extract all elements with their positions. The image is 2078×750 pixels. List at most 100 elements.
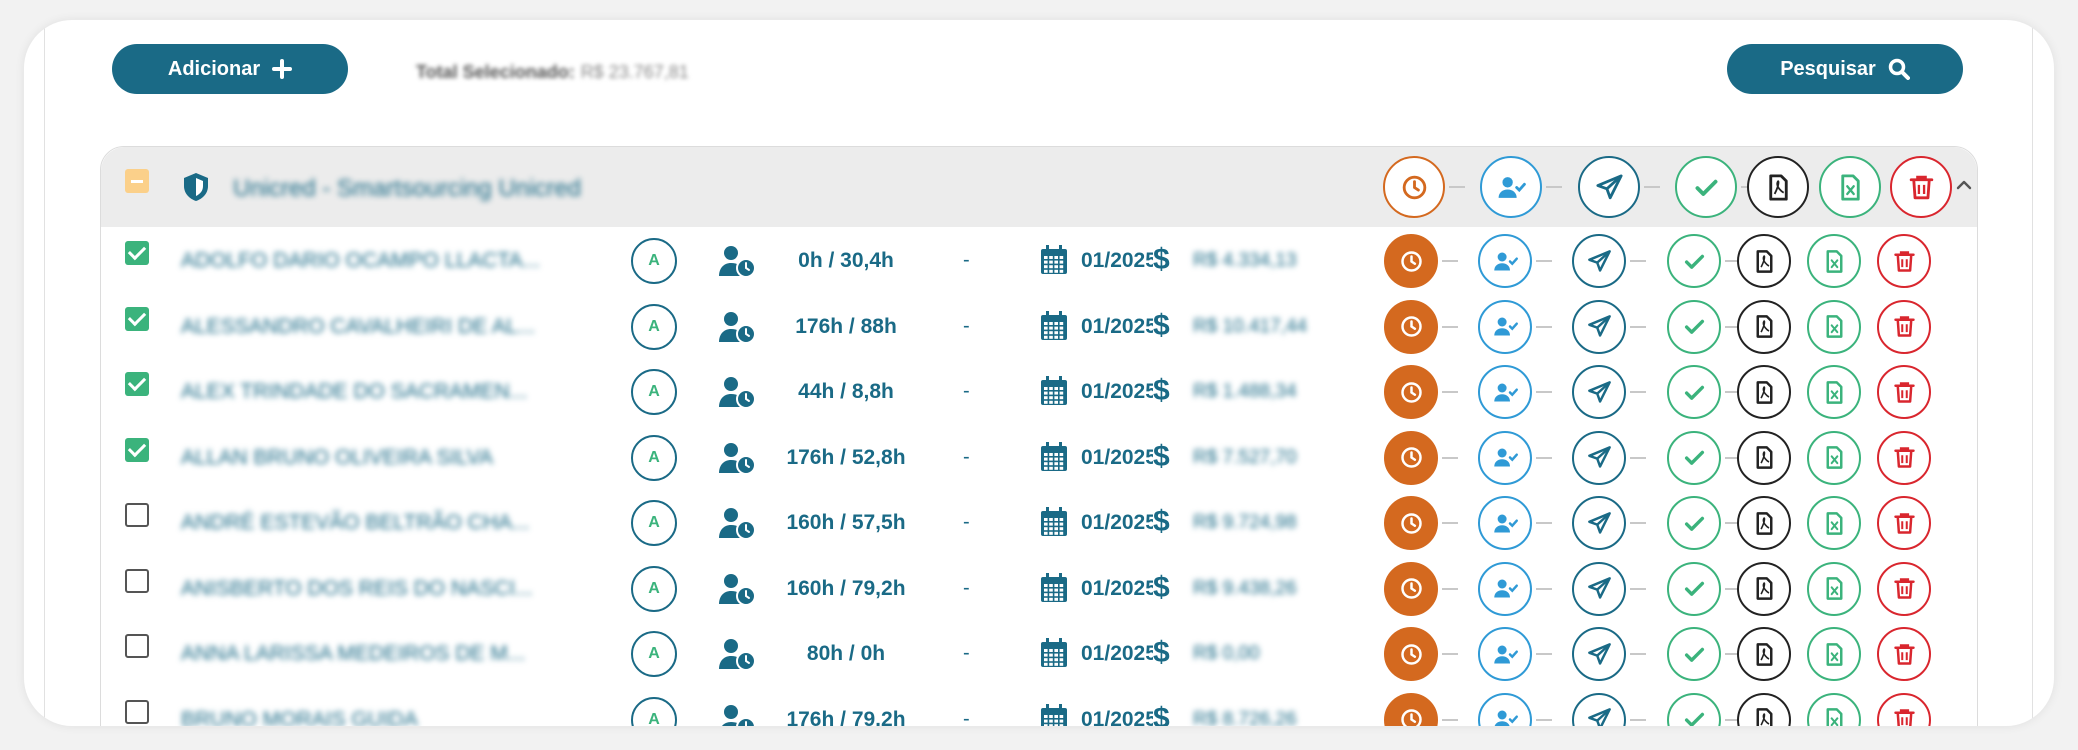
row-checkbox[interactable] — [125, 306, 149, 331]
send-button[interactable] — [1572, 627, 1626, 681]
approve-user-button[interactable] — [1478, 234, 1532, 288]
row-checkbox[interactable] — [125, 372, 149, 396]
timesheet-button[interactable] — [1384, 365, 1438, 419]
timesheet-button[interactable] — [1384, 692, 1438, 726]
confirm-button[interactable] — [1667, 496, 1721, 550]
export-pdf-button[interactable] — [1737, 561, 1791, 616]
export-excel-button[interactable] — [1807, 299, 1861, 354]
clock-icon — [1398, 510, 1425, 537]
confirm-button[interactable] — [1667, 627, 1721, 681]
confirm-button[interactable] — [1667, 365, 1721, 419]
send-icon — [1586, 575, 1613, 602]
export-pdf-button[interactable] — [1737, 627, 1791, 681]
approve-user-button[interactable] — [1478, 365, 1532, 419]
add-button[interactable]: Adicionar — [112, 44, 348, 94]
row-checkbox[interactable] — [125, 503, 149, 527]
employee-name[interactable]: ALLAN BRUNO OLIVEIRA SILVA — [181, 446, 493, 470]
export-pdf-button[interactable] — [1747, 156, 1809, 218]
export-excel-button[interactable] — [1807, 627, 1861, 681]
send-button[interactable] — [1572, 430, 1626, 485]
timesheet-button[interactable] — [1383, 156, 1445, 218]
timesheet-button[interactable] — [1384, 561, 1438, 616]
confirm-button[interactable] — [1667, 299, 1721, 354]
step-connector — [1536, 718, 1552, 721]
chevron-up-icon[interactable] — [1953, 174, 1975, 196]
confirm-button[interactable] — [1667, 561, 1721, 616]
export-pdf-button[interactable] — [1737, 365, 1791, 419]
send-button[interactable] — [1572, 234, 1626, 288]
delete-button[interactable] — [1877, 299, 1931, 354]
export-excel-button[interactable] — [1807, 561, 1861, 616]
export-excel-button[interactable] — [1807, 430, 1861, 485]
row-checkbox[interactable] — [125, 634, 149, 658]
group-checkbox[interactable] — [125, 169, 149, 193]
employee-name[interactable]: ANNA LARISSA MEDEIROS DE M... — [181, 642, 525, 666]
send-button[interactable] — [1572, 692, 1626, 726]
send-button[interactable] — [1572, 496, 1626, 550]
delete-button[interactable] — [1877, 692, 1931, 726]
send-button[interactable] — [1572, 299, 1626, 354]
calendar-icon — [1041, 572, 1067, 602]
timesheet-button[interactable] — [1384, 234, 1438, 288]
file-excel-icon — [1821, 510, 1848, 537]
employee-name[interactable]: ALESSANDRO CAVALHEIRI DE AL... — [181, 315, 535, 339]
delete-button[interactable] — [1877, 561, 1931, 616]
employee-name[interactable]: BRUNO MORAIS GUIDA — [181, 708, 418, 727]
row-checkbox[interactable] — [125, 568, 149, 593]
confirm-button[interactable] — [1667, 430, 1721, 485]
employee-name[interactable]: ADOLFO DARIO OCAMPO LLACTA... — [181, 249, 540, 273]
amount-value: R$ 4.334,13 — [1193, 250, 1297, 271]
row-checkbox[interactable] — [125, 437, 149, 462]
row-checkbox[interactable] — [125, 699, 149, 724]
export-pdf-button[interactable] — [1737, 496, 1791, 550]
timesheet-button[interactable] — [1384, 627, 1438, 681]
export-excel-button[interactable] — [1807, 496, 1861, 550]
step-connector — [1442, 325, 1458, 328]
approve-user-button[interactable] — [1478, 561, 1532, 616]
confirm-button[interactable] — [1667, 692, 1721, 726]
send-button[interactable] — [1578, 156, 1640, 218]
approve-user-button[interactable] — [1478, 692, 1532, 726]
approve-user-button[interactable] — [1480, 156, 1542, 218]
confirm-button[interactable] — [1667, 234, 1721, 288]
employee-name[interactable]: ANISBERTO DOS REIS DO NASCI... — [181, 577, 533, 601]
approve-user-button[interactable] — [1478, 627, 1532, 681]
delete-button[interactable] — [1877, 430, 1931, 485]
hours-value: 0h / 30,4h — [798, 249, 894, 272]
employee-name[interactable]: ALEX TRINDADE DO SACRAMEN... — [181, 380, 527, 404]
delete-button[interactable] — [1877, 496, 1931, 550]
employee-row: ADOLFO DARIO OCAMPO LLACTA... A 0h / 30,4h… — [101, 229, 1977, 294]
export-excel-button[interactable] — [1807, 692, 1861, 726]
delete-button[interactable] — [1877, 365, 1931, 419]
confirm-button[interactable] — [1675, 156, 1737, 218]
delete-button[interactable] — [1890, 156, 1952, 218]
file-pdf-icon — [1751, 641, 1778, 668]
timesheet-button[interactable] — [1384, 430, 1438, 485]
separator-dash: - — [963, 707, 970, 727]
send-icon — [1586, 313, 1613, 340]
step-connector — [1630, 325, 1646, 328]
export-pdf-button[interactable] — [1737, 430, 1791, 485]
approve-user-button[interactable] — [1478, 496, 1532, 550]
export-pdf-button[interactable] — [1737, 234, 1791, 288]
search-button[interactable]: Pesquisar — [1727, 44, 1963, 94]
export-excel-button[interactable] — [1807, 234, 1861, 288]
timesheet-button[interactable] — [1384, 496, 1438, 550]
delete-button[interactable] — [1877, 234, 1931, 288]
delete-button[interactable] — [1877, 627, 1931, 681]
send-button[interactable] — [1572, 365, 1626, 419]
timesheet-button[interactable] — [1384, 299, 1438, 354]
export-excel-button[interactable] — [1819, 156, 1881, 218]
approve-user-button[interactable] — [1478, 299, 1532, 354]
row-checkbox[interactable] — [125, 241, 149, 265]
file-pdf-icon — [1751, 248, 1778, 275]
employee-name[interactable]: ANDRÉ ESTEVÃO BELTRÃO CHA... — [181, 511, 530, 535]
user-check-icon — [1492, 510, 1519, 537]
send-button[interactable] — [1572, 561, 1626, 616]
export-pdf-button[interactable] — [1737, 299, 1791, 354]
step-connector — [1644, 186, 1660, 188]
search-button-label: Pesquisar — [1780, 57, 1876, 80]
export-pdf-button[interactable] — [1737, 692, 1791, 726]
export-excel-button[interactable] — [1807, 365, 1861, 419]
approve-user-button[interactable] — [1478, 430, 1532, 485]
